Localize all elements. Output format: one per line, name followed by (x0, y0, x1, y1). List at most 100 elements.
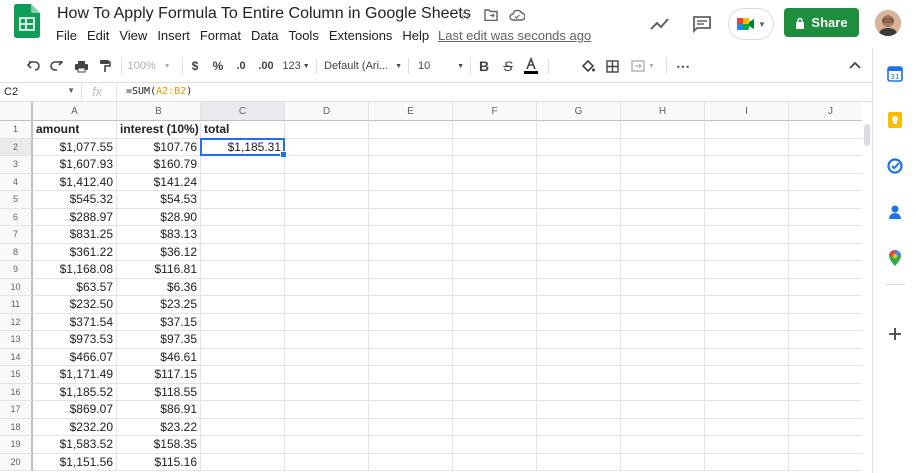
cell[interactable] (285, 121, 369, 139)
cell[interactable]: $288.97 (33, 208, 117, 226)
cell[interactable] (285, 418, 369, 436)
cell[interactable]: $1,077.55 (33, 138, 117, 156)
cell[interactable]: $160.79 (117, 156, 201, 174)
column-header-d[interactable]: D (285, 102, 369, 121)
cell[interactable] (369, 261, 453, 279)
strikethrough-button[interactable]: S (500, 52, 516, 80)
cell[interactable] (705, 296, 789, 314)
cell[interactable] (201, 348, 285, 366)
contacts-icon[interactable] (887, 204, 903, 220)
cell[interactable] (369, 331, 453, 349)
cell[interactable] (285, 226, 369, 244)
cell[interactable]: $466.07 (33, 348, 117, 366)
cell[interactable]: $83.13 (117, 226, 201, 244)
cell[interactable] (705, 401, 789, 419)
cell[interactable]: $23.25 (117, 296, 201, 314)
cell[interactable] (369, 418, 453, 436)
cell[interactable]: $6.36 (117, 278, 201, 296)
cell[interactable] (453, 226, 537, 244)
add-icon[interactable] (887, 326, 903, 342)
cloud-status-icon[interactable] (508, 6, 526, 24)
cell[interactable] (537, 208, 621, 226)
cell[interactable] (621, 156, 705, 174)
cell[interactable] (453, 208, 537, 226)
row-header[interactable]: 2 (0, 138, 33, 156)
cell[interactable] (789, 191, 862, 209)
more-formats-select[interactable]: 123 ▼ (280, 52, 312, 80)
cell[interactable] (789, 349, 862, 366)
cell[interactable] (537, 243, 621, 261)
print-icon[interactable] (72, 52, 90, 80)
row-header[interactable]: 8 (0, 243, 33, 261)
row-header[interactable]: 13 (0, 331, 33, 349)
row-header[interactable]: 20 (0, 453, 33, 471)
cell[interactable]: $23.22 (117, 418, 201, 436)
row-header[interactable]: 1 (0, 121, 33, 139)
share-button[interactable]: Share (784, 8, 859, 37)
sheet-grid[interactable]: A B C D E F G H I J 1 amount interest (10%) total 2 $1,… (0, 102, 862, 473)
cell[interactable]: $371.54 (33, 313, 117, 331)
cell[interactable] (537, 278, 621, 296)
cell[interactable]: $86.91 (117, 401, 201, 419)
cell[interactable] (789, 244, 862, 261)
cell[interactable] (369, 453, 453, 471)
cell[interactable] (453, 401, 537, 419)
cell[interactable] (705, 208, 789, 226)
cell[interactable] (369, 173, 453, 191)
row-header[interactable]: 10 (0, 278, 33, 296)
cell[interactable] (369, 401, 453, 419)
cell[interactable] (285, 278, 369, 296)
cell[interactable] (705, 436, 789, 454)
row-header[interactable]: 15 (0, 366, 33, 384)
currency-format-button[interactable]: $ (188, 52, 202, 80)
cell[interactable] (453, 121, 537, 139)
borders-icon[interactable] (604, 52, 620, 80)
cell[interactable] (369, 243, 453, 261)
cell[interactable] (621, 226, 705, 244)
merge-cells-icon[interactable]: ▼ (628, 52, 658, 80)
cell[interactable] (537, 296, 621, 314)
column-header-c[interactable]: C (201, 102, 285, 121)
cell[interactable] (537, 348, 621, 366)
cell[interactable] (621, 401, 705, 419)
cell[interactable] (789, 156, 862, 174)
menu-insert[interactable]: Insert (157, 28, 190, 43)
cell[interactable] (705, 278, 789, 296)
cell[interactable] (705, 418, 789, 436)
column-header-g[interactable]: G (537, 102, 621, 121)
column-header-i[interactable]: I (705, 102, 789, 121)
row-header[interactable]: 9 (0, 261, 33, 279)
cell[interactable]: $46.61 (117, 348, 201, 366)
cell[interactable] (201, 418, 285, 436)
header-cell[interactable]: amount (33, 121, 117, 139)
cell[interactable] (453, 243, 537, 261)
cell[interactable] (201, 208, 285, 226)
cell[interactable] (789, 331, 862, 349)
cell[interactable] (285, 208, 369, 226)
cell[interactable] (453, 313, 537, 331)
cell[interactable] (369, 156, 453, 174)
cell[interactable] (537, 261, 621, 279)
cell[interactable] (285, 313, 369, 331)
column-header-f[interactable]: F (453, 102, 537, 121)
row-header[interactable]: 12 (0, 313, 33, 331)
keep-icon[interactable] (887, 112, 903, 128)
cell[interactable] (705, 138, 789, 156)
cell[interactable] (453, 348, 537, 366)
header-cell[interactable]: interest (10%) (117, 121, 201, 139)
cell[interactable] (201, 436, 285, 454)
avatar[interactable] (875, 10, 901, 36)
cell[interactable] (537, 173, 621, 191)
cell[interactable]: $63.57 (33, 278, 117, 296)
cell[interactable] (537, 401, 621, 419)
cell[interactable]: $1,171.49 (33, 366, 117, 384)
cell[interactable] (621, 191, 705, 209)
row-header[interactable]: 16 (0, 383, 33, 401)
cell[interactable] (789, 226, 862, 244)
formula-input[interactable]: =SUM(A2:B2) (126, 86, 192, 97)
bold-button[interactable]: B (476, 52, 492, 80)
more-options-button[interactable]: ⋯ (674, 52, 692, 80)
cell[interactable] (789, 279, 862, 296)
scrollbar-thumb[interactable] (864, 124, 870, 146)
row-header[interactable]: 6 (0, 208, 33, 226)
